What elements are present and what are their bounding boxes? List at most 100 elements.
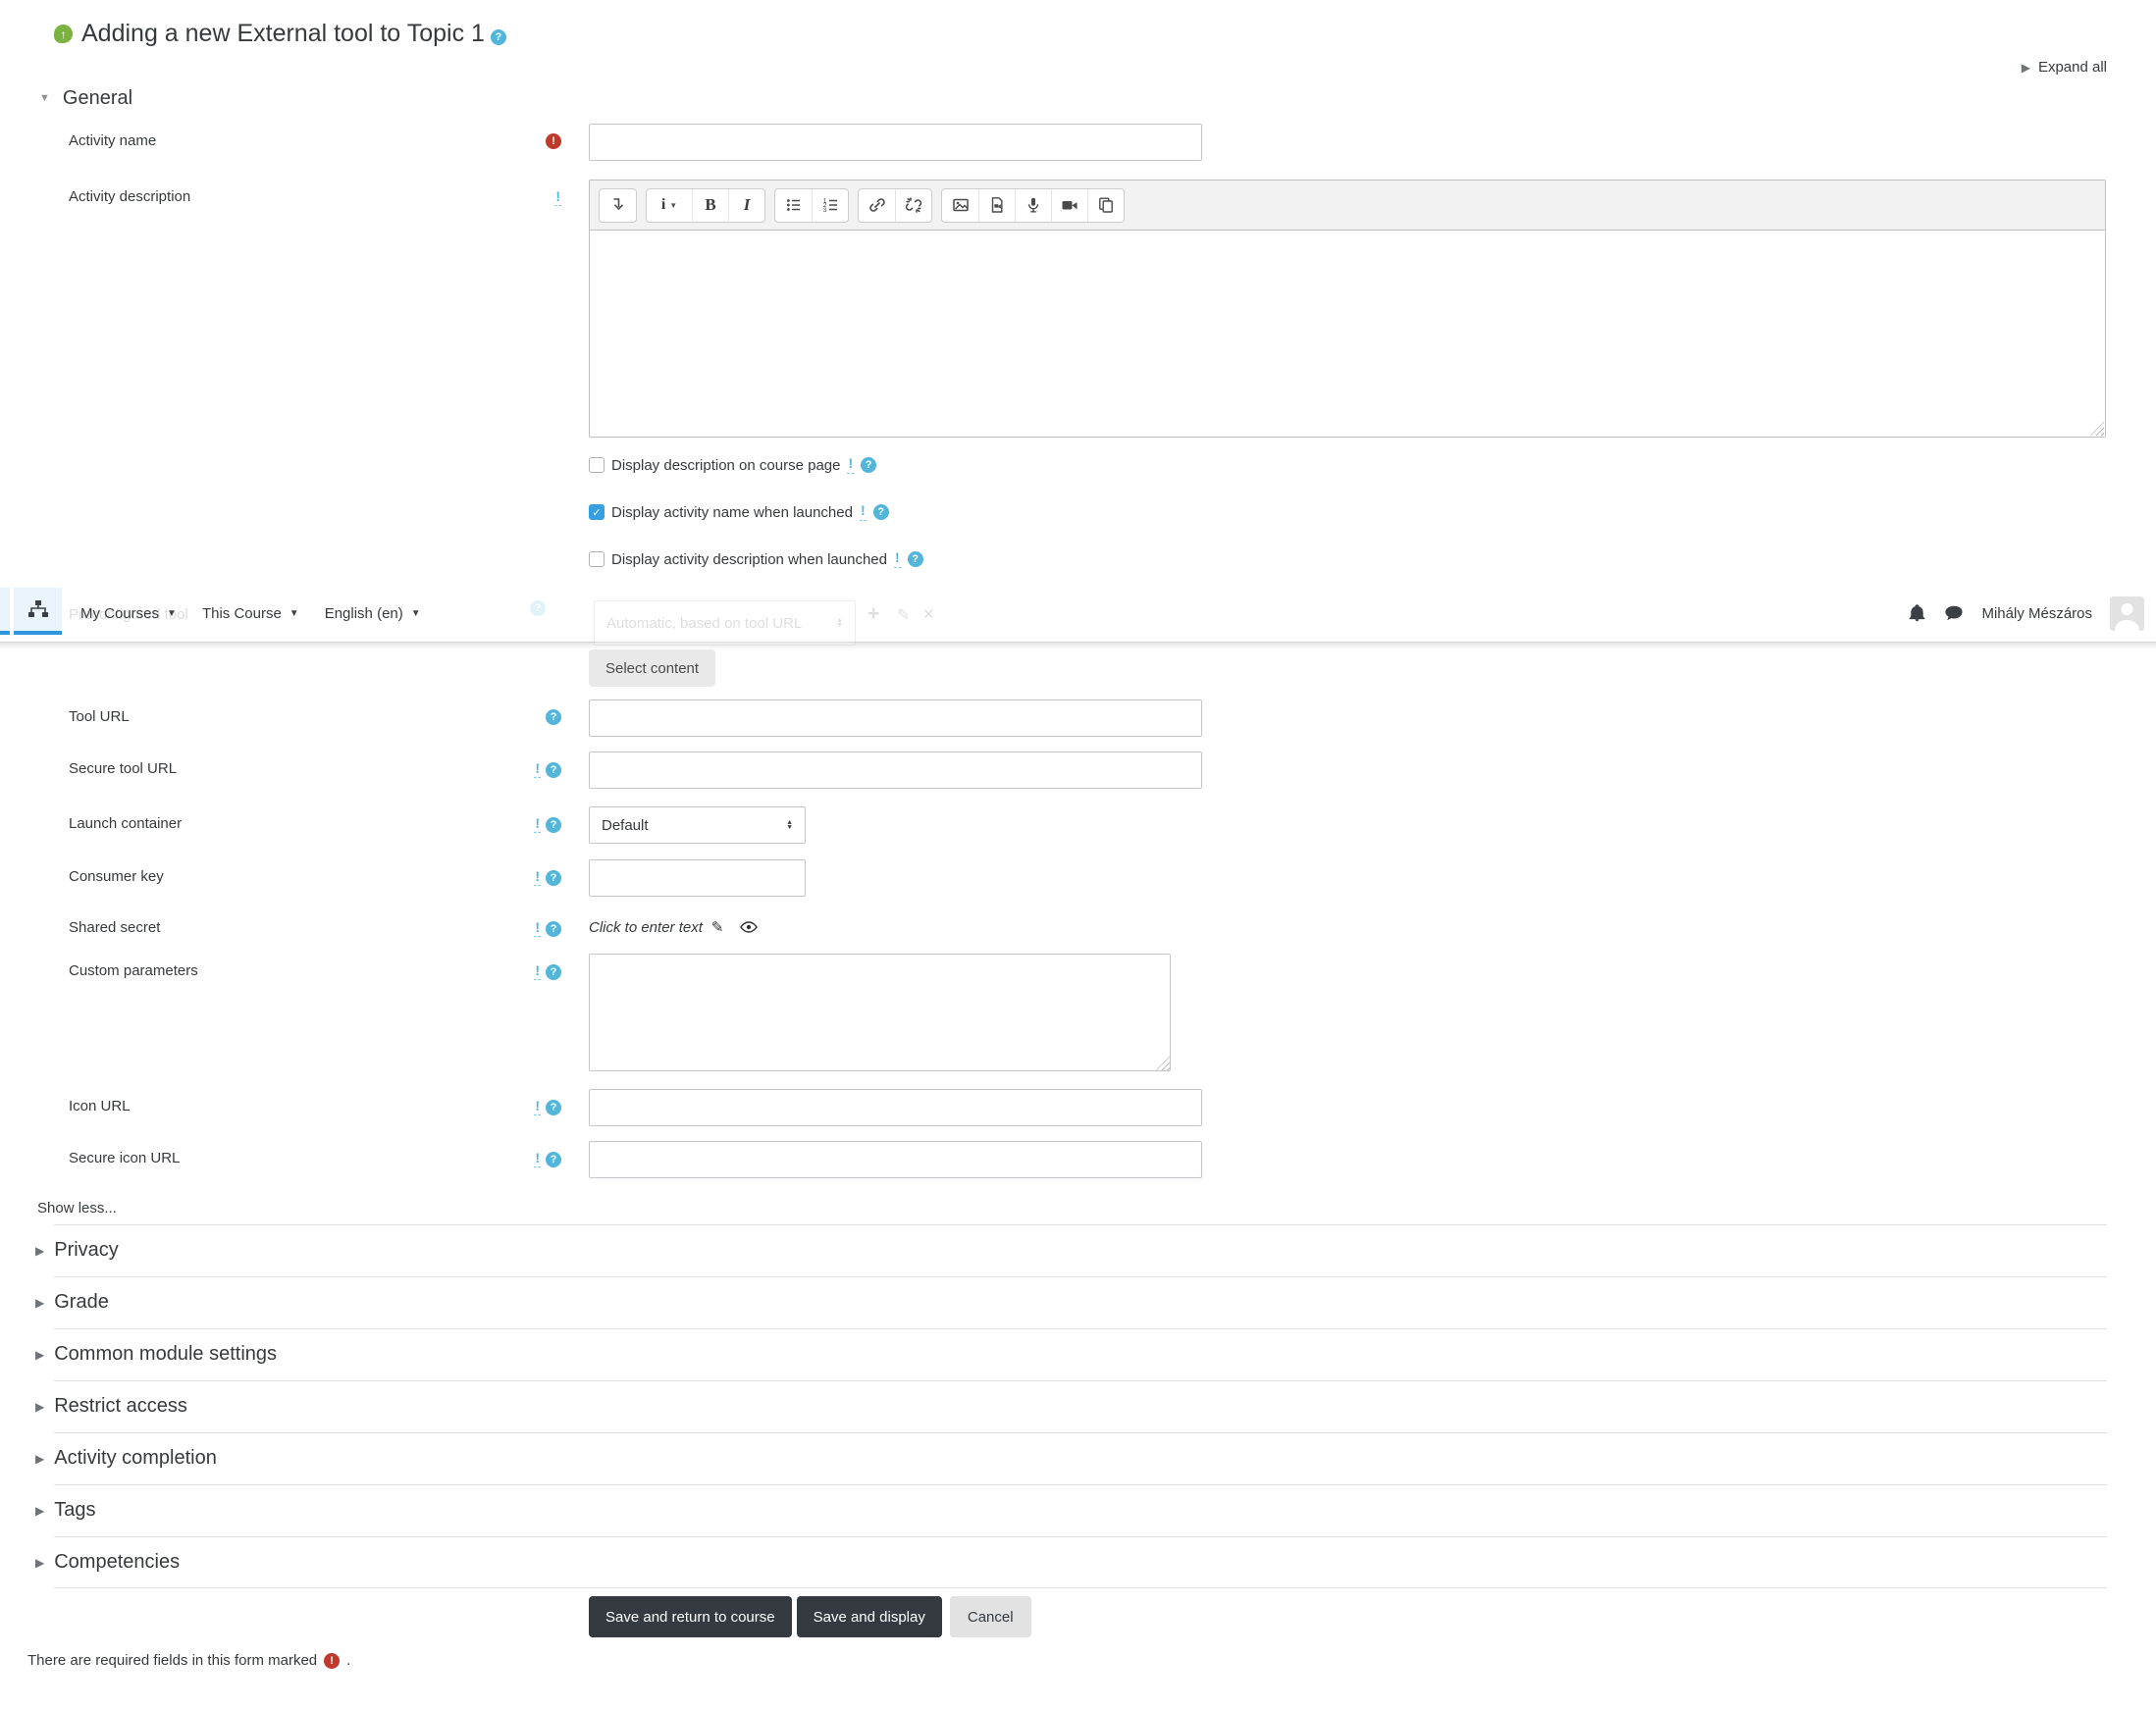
icon-url-row: Icon URL !? xyxy=(27,1089,2107,1126)
collapsed-sections: ▶ Privacy ▶ Grade ▶ Common module settings … xyxy=(27,1224,2107,1588)
paragraph-styles-icon[interactable]: i ▼ xyxy=(647,189,692,222)
messages-icon[interactable] xyxy=(1944,605,1964,622)
page-header: ↑ Adding a new External tool to Topic 1 … xyxy=(54,14,2107,54)
save-return-button[interactable]: Save and return to course xyxy=(589,1596,792,1637)
secure-tool-url-input[interactable] xyxy=(589,751,1202,789)
link-icon[interactable] xyxy=(859,189,895,222)
help-icon[interactable]: ? xyxy=(861,457,877,473)
icon-url-input[interactable] xyxy=(589,1089,1202,1126)
secure-icon-url-label: Secure icon URL xyxy=(69,1150,181,1166)
display-activity-name-row: ✓ Display activity name when launched ! … xyxy=(589,502,2107,521)
chevron-down-icon: ▼ xyxy=(167,608,177,619)
help-icon[interactable]: ? xyxy=(546,816,561,833)
collapse-toolbar-icon[interactable] xyxy=(600,189,636,222)
chevron-right-icon: ▶ xyxy=(35,1503,45,1518)
editor-resize-handle[interactable] xyxy=(2089,421,2104,436)
tool-url-input[interactable] xyxy=(589,699,1202,737)
eye-icon[interactable] xyxy=(740,920,759,934)
activity-description-row: Activity description ! i ▼ B I 1 2 3 xyxy=(27,180,2107,438)
save-display-button[interactable]: Save and display xyxy=(796,1596,942,1637)
svg-text:3: 3 xyxy=(823,207,827,214)
secure-icon-url-input[interactable] xyxy=(589,1141,1202,1178)
nav-tab-partial[interactable] xyxy=(0,588,10,635)
secure-icon-url-row: Secure icon URL !? xyxy=(27,1141,2107,1178)
advanced-icon: ! xyxy=(847,455,855,474)
display-activity-description-checkbox[interactable]: ✓ xyxy=(589,551,605,567)
section-general-header[interactable]: ▼ General xyxy=(39,86,2107,110)
consumer-key-input[interactable] xyxy=(589,859,806,897)
advanced-icon: ! xyxy=(554,188,561,207)
chevron-right-icon: ▶ xyxy=(35,1555,45,1570)
insert-media-icon[interactable] xyxy=(978,188,1015,222)
nav-tab-sitemap[interactable] xyxy=(14,588,62,635)
advanced-icon: ! xyxy=(534,815,541,834)
advanced-icon: ! xyxy=(893,549,901,568)
ordered-list-icon[interactable]: 123 xyxy=(812,188,848,222)
section-activity-completion[interactable]: ▶ Activity completion xyxy=(27,1432,2107,1484)
shared-secret-label: Shared secret xyxy=(69,919,161,936)
activity-name-row: Activity name ! xyxy=(27,124,2107,161)
select-arrows-icon: ▲ ▼ xyxy=(786,819,793,831)
help-icon[interactable]: ? xyxy=(872,504,889,520)
display-description-checkbox[interactable]: ✓ xyxy=(589,457,605,473)
unlink-icon[interactable] xyxy=(895,188,931,222)
display-activity-name-checkbox[interactable]: ✓ xyxy=(589,504,605,520)
activity-description-label: Activity description xyxy=(69,188,191,205)
avatar[interactable] xyxy=(2110,596,2144,631)
help-icon[interactable]: ? xyxy=(546,920,561,937)
help-icon[interactable]: ? xyxy=(546,963,561,980)
editor-toolbar: i ▼ B I 123 xyxy=(590,181,2105,230)
help-icon[interactable]: ? xyxy=(546,761,561,778)
help-icon[interactable]: ? xyxy=(546,1151,561,1167)
select-content-button[interactable]: Select content xyxy=(589,649,716,687)
help-icon[interactable]: ? xyxy=(546,709,561,725)
expand-all-link[interactable]: ▶ Expand all xyxy=(2022,59,2107,76)
bell-icon[interactable] xyxy=(1908,604,1926,623)
manage-files-icon[interactable] xyxy=(1087,188,1124,222)
help-icon[interactable]: ? xyxy=(490,28,506,45)
nav-menu-my-courses[interactable]: My Courses ▼ xyxy=(80,605,177,622)
show-less-link[interactable]: Show less... xyxy=(37,1199,2107,1218)
section-restrict-access[interactable]: ▶ Restrict access xyxy=(27,1380,2107,1432)
section-privacy[interactable]: ▶ Privacy xyxy=(27,1224,2107,1276)
section-grade[interactable]: ▶ Grade xyxy=(27,1276,2107,1328)
edit-icon[interactable]: ✎ xyxy=(711,918,724,936)
display-activity-description-row: ✓ Display activity description when laun… xyxy=(589,549,2107,568)
section-general-title: General xyxy=(62,86,133,109)
user-name[interactable]: Mihály Mészáros xyxy=(1981,605,2092,622)
unordered-list-icon[interactable] xyxy=(775,189,812,222)
page-title: Adding a new External tool to Topic 1 xyxy=(81,20,485,47)
activity-name-input[interactable] xyxy=(589,124,1202,161)
help-icon[interactable]: ? xyxy=(546,869,561,886)
help-icon[interactable]: ? xyxy=(546,1099,561,1115)
launch-container-label: Launch container xyxy=(69,815,183,832)
display-activity-name-label: Display activity name when launched xyxy=(611,503,853,521)
insert-image-icon[interactable] xyxy=(942,189,978,222)
section-competencies[interactable]: ▶ Competencies xyxy=(27,1536,2107,1588)
nav-menu-this-course[interactable]: This Course ▼ xyxy=(202,605,299,622)
launch-container-select[interactable]: Default ▲ ▼ xyxy=(589,806,806,844)
advanced-icon: ! xyxy=(534,919,541,938)
nav-menus: My Courses ▼ This Course ▼ English (en) ▼ xyxy=(80,586,421,642)
description-editor-area[interactable] xyxy=(590,230,2105,437)
secure-tool-url-row: Secure tool URL !? xyxy=(27,751,2107,789)
shared-secret-value[interactable]: Click to enter text xyxy=(589,919,703,936)
section-common-module-settings[interactable]: ▶ Common module settings xyxy=(27,1328,2107,1380)
record-video-icon[interactable] xyxy=(1051,188,1087,222)
sitemap-icon xyxy=(27,599,49,619)
record-audio-icon[interactable] xyxy=(1015,188,1051,222)
external-tool-icon: ↑ xyxy=(54,25,73,43)
expand-all-label: Expand all xyxy=(2037,59,2107,76)
nav-menu-language[interactable]: English (en) ▼ xyxy=(325,605,421,622)
section-tags[interactable]: ▶ Tags xyxy=(27,1484,2107,1536)
display-description-label: Display description on course page xyxy=(611,456,841,474)
display-activity-description-label: Display activity description when launch… xyxy=(611,550,887,568)
cancel-button[interactable]: Cancel xyxy=(949,1596,1031,1637)
help-icon[interactable]: ? xyxy=(907,551,923,567)
italic-icon[interactable]: I xyxy=(728,188,764,222)
custom-parameters-textarea[interactable] xyxy=(589,954,1171,1071)
required-icon: ! xyxy=(546,133,561,149)
bold-icon[interactable]: B xyxy=(692,188,728,222)
chevron-right-icon: ▶ xyxy=(2021,60,2030,75)
advanced-icon: ! xyxy=(534,760,541,779)
